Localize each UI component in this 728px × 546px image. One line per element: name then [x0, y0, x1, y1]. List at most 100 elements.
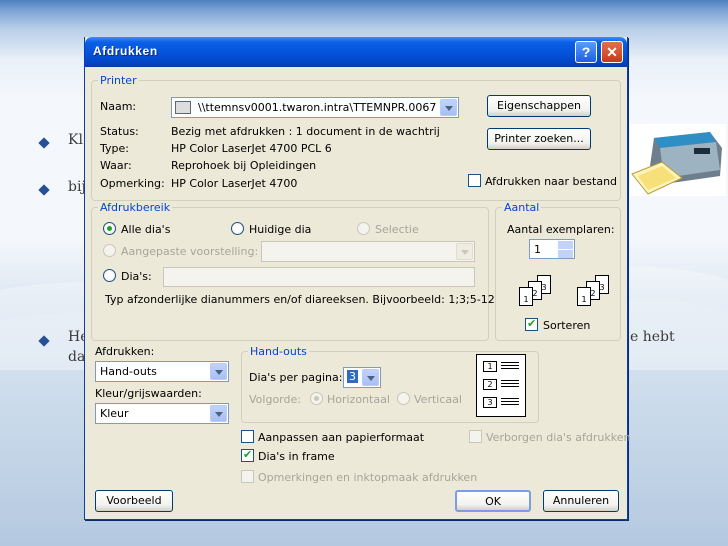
status-value: Bezig met afdrukken : 1 document in de w… [171, 125, 440, 138]
handout-preview-line [501, 368, 519, 369]
comments-checkbox[interactable] [241, 470, 254, 483]
copies-count-value: 1 [534, 243, 541, 256]
order-horizontal-label: Horizontaal [327, 393, 390, 406]
handout-preview-line [501, 383, 519, 384]
spin-down-icon[interactable] [558, 250, 573, 258]
chevron-down-icon[interactable] [210, 405, 227, 422]
ok-button[interactable]: OK [455, 490, 531, 512]
handout-preview: 1 2 3 [476, 354, 526, 417]
color-value: Kleur [100, 407, 129, 420]
copies-count-label: Aantal exemplaren: [507, 223, 615, 236]
comments-label: Opmerkingen en inktopmaak afdrukken [258, 471, 478, 484]
chevron-down-icon[interactable] [440, 99, 457, 116]
handout-preview-number: 2 [483, 379, 497, 390]
print-to-file-label: Afdrukken naar bestand [485, 175, 618, 188]
slides-radio[interactable] [103, 269, 116, 282]
collate-page: 1 [577, 287, 591, 306]
per-page-label: Dia's per pagina: [249, 371, 343, 384]
type-value: HP Color LaserJet 4700 PCL 6 [171, 142, 332, 155]
collate-page: 1 [519, 287, 533, 306]
find-printer-button-label: Printer zoeken... [494, 132, 584, 145]
help-button[interactable]: ? [575, 41, 597, 63]
slide-bullet-text: da [68, 349, 86, 365]
chevron-down-icon[interactable] [362, 369, 379, 386]
handout-preview-number: 1 [483, 361, 497, 372]
find-printer-button[interactable]: Printer zoeken... [487, 128, 591, 150]
color-select[interactable]: Kleur [95, 403, 229, 424]
frame-checkbox[interactable] [241, 448, 254, 462]
comment-value: HP Color LaserJet 4700 [171, 177, 298, 190]
preview-button-label: Voorbeeld [106, 494, 162, 507]
current-slide-label: Huidige dia [249, 223, 312, 236]
copies-count-input[interactable]: 1 [529, 239, 575, 259]
handout-preview-line [501, 401, 519, 402]
handout-preview-line [501, 380, 519, 381]
printer-icon [175, 101, 191, 114]
slide-bullet [38, 137, 50, 149]
order-label: Volgorde: [249, 393, 301, 406]
print-range-title: Afdrukbereik [98, 201, 173, 214]
current-slide-radio[interactable] [231, 222, 244, 235]
frame-label: Dia's in frame [258, 450, 335, 463]
printer-name-select[interactable]: \\ttemnsv0001.twaron.intra\TTEMNPR.0067 [171, 97, 459, 118]
slide-bullet [38, 184, 50, 196]
fit-paper-checkbox[interactable] [241, 430, 254, 443]
handout-preview-number: 3 [483, 397, 497, 408]
print-what-label: Afdrukken: [95, 345, 155, 358]
printer-name-value: \\ttemnsv0001.twaron.intra\TTEMNPR.0067 [198, 101, 437, 114]
slides-hint: Typ afzonderlijke dianummers en/of diare… [105, 293, 495, 306]
printer-name-label: Naam: [100, 100, 137, 113]
where-label: Waar: [100, 159, 132, 172]
handout-preview-line [501, 398, 519, 399]
collate-label: Sorteren [543, 319, 591, 332]
spin-up-icon[interactable] [558, 241, 573, 249]
print-what-value: Hand-outs [100, 365, 157, 378]
print-dialog: Afdrukken ? ✕ Printer Naam: \\ttemnsv000… [84, 37, 631, 520]
slides-label: Dia's: [121, 270, 152, 283]
chevron-down-icon[interactable] [210, 363, 227, 380]
dialog-titlebar[interactable]: Afdrukken ? ✕ [85, 37, 627, 67]
cancel-button[interactable]: Annuleren [543, 490, 619, 512]
properties-button[interactable]: Eigenschappen [487, 95, 591, 117]
order-vertical-radio[interactable] [397, 392, 410, 405]
properties-button-label: Eigenschappen [497, 99, 581, 112]
chevron-down-icon[interactable] [456, 243, 473, 260]
all-slides-radio[interactable] [103, 222, 116, 235]
custom-show-radio[interactable] [103, 244, 116, 257]
order-horizontal-radio[interactable] [310, 392, 323, 405]
hidden-slides-checkbox[interactable] [469, 430, 482, 443]
per-page-select[interactable]: 3 [343, 367, 381, 388]
print-what-select[interactable]: Hand-outs [95, 361, 229, 382]
printer-group-title: Printer [98, 74, 139, 87]
close-button[interactable]: ✕ [601, 41, 623, 63]
copies-title: Aantal [502, 201, 542, 214]
hidden-slides-label: Verborgen dia's afdrukken [486, 431, 631, 444]
status-label: Status: [100, 125, 139, 138]
dialog-title: Afdrukken [93, 44, 158, 58]
handout-preview-line [501, 365, 519, 366]
preview-button[interactable]: Voorbeeld [95, 490, 173, 512]
order-vertical-label: Verticaal [414, 393, 462, 406]
ok-button-label: OK [485, 495, 501, 508]
selection-radio[interactable] [357, 222, 370, 235]
slide-bullet-text: Kl [68, 132, 83, 148]
handout-preview-line [501, 404, 519, 405]
slides-input[interactable] [163, 267, 475, 287]
color-label: Kleur/grijswaarden: [95, 387, 202, 400]
per-page-value: 3 [347, 370, 358, 383]
selection-label: Selectie [375, 223, 419, 236]
type-label: Type: [100, 142, 129, 155]
fit-paper-label: Aanpassen aan papierformaat [258, 431, 425, 444]
all-slides-label: Alle dia's [121, 223, 171, 236]
slide-right-text: e hebt [630, 329, 675, 345]
comment-label: Opmerking: [100, 177, 165, 190]
handouts-title: Hand-outs [248, 345, 309, 358]
handout-preview-line [501, 362, 519, 363]
custom-show-label: Aangepaste voorstelling: [121, 245, 259, 258]
print-to-file-checkbox[interactable] [468, 174, 481, 187]
handout-preview-line [501, 386, 519, 387]
collate-checkbox[interactable] [525, 317, 538, 331]
cancel-button-label: Annuleren [552, 494, 610, 507]
printer-clipart-icon [630, 124, 726, 196]
custom-show-select[interactable] [261, 241, 475, 262]
